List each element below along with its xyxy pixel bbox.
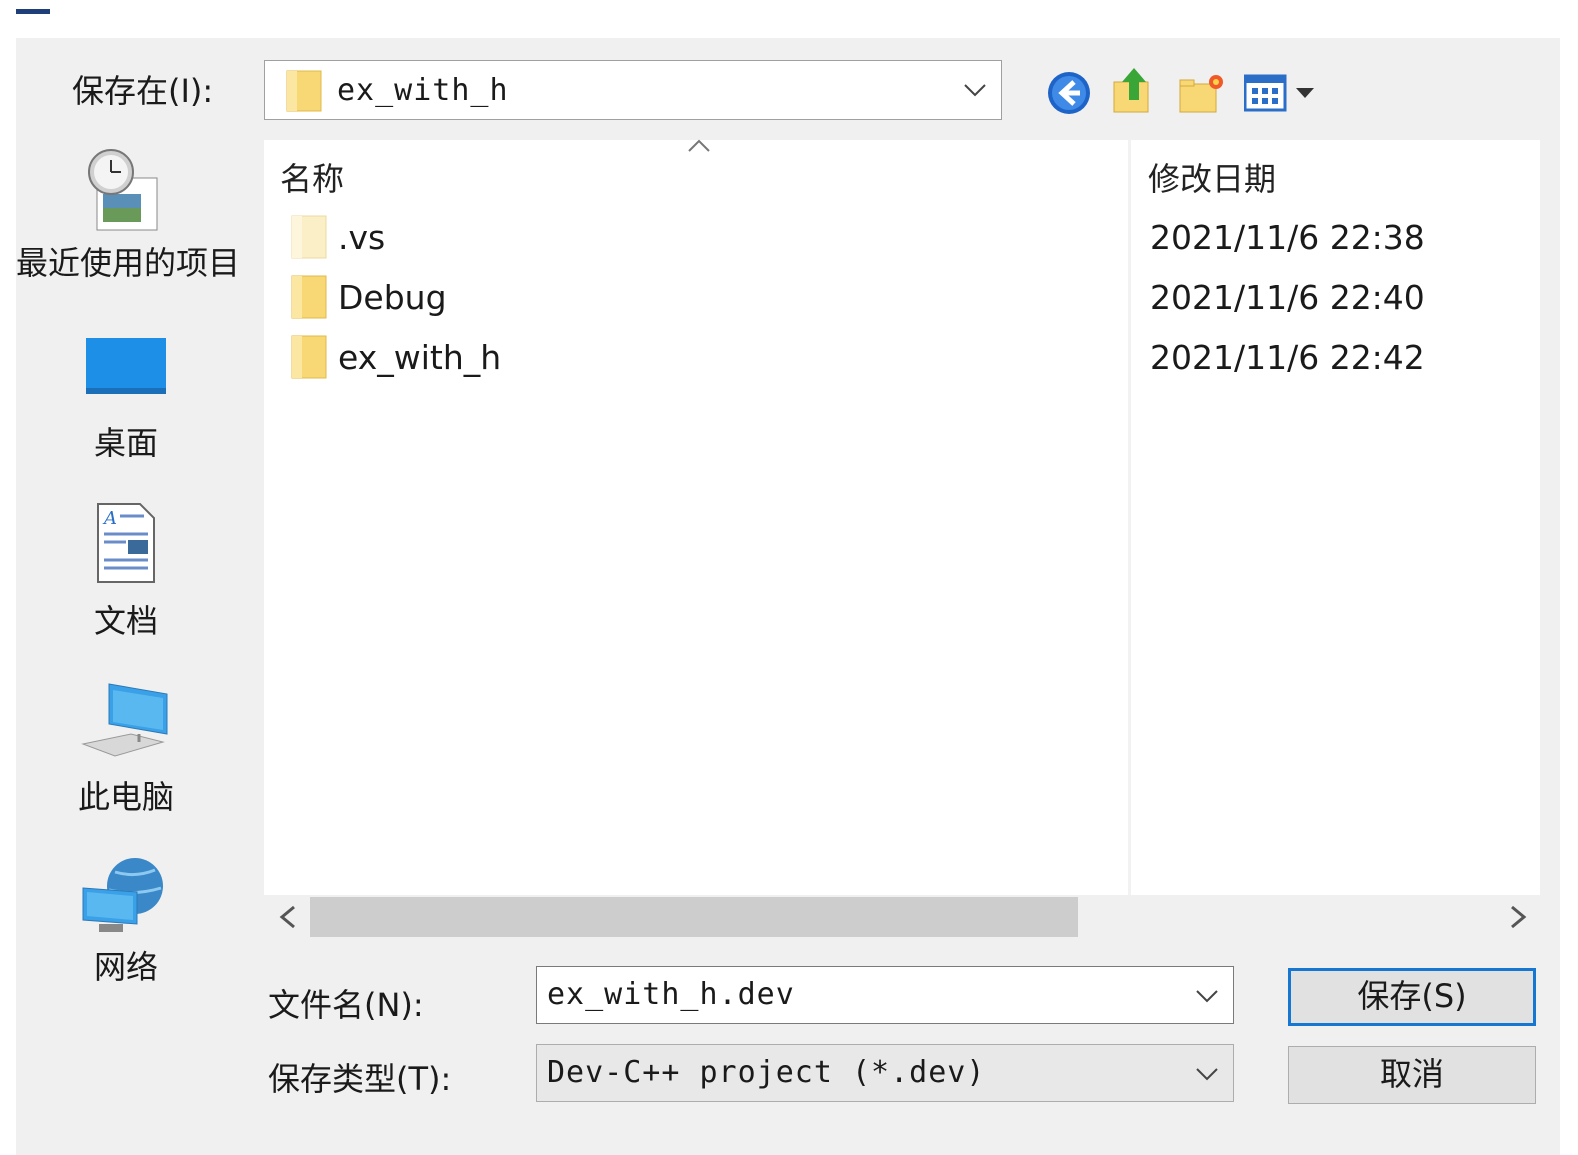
item-name: .vs — [338, 218, 386, 257]
horizontal-scrollbar[interactable] — [264, 895, 1540, 939]
place-label: 文档 — [93, 602, 158, 640]
cancel-button[interactable]: 取消 — [1288, 1046, 1536, 1104]
scrollbar-thumb[interactable] — [310, 897, 1078, 937]
network-icon — [82, 858, 163, 932]
item-modified: 2021/11/6 22:40 — [1150, 278, 1425, 317]
window-right-edge — [1560, 0, 1578, 1155]
folder-icon — [291, 275, 327, 319]
place-label: 桌面 — [93, 424, 158, 462]
chevron-down-icon — [964, 84, 986, 97]
recent-items-icon — [88, 149, 158, 231]
filetype-label: 保存类型(T): — [268, 1060, 452, 1098]
filename-label: 文件名(N): — [268, 986, 424, 1024]
list-item[interactable]: .vs 2021/11/6 22:38 — [290, 210, 1530, 268]
column-header-name[interactable]: 名称 — [280, 154, 344, 200]
scroll-left-icon[interactable] — [270, 899, 306, 935]
folder-icon — [291, 335, 327, 379]
folder-icon — [291, 215, 327, 259]
sort-up-icon — [688, 139, 710, 152]
new-folder-icon[interactable] — [1178, 72, 1224, 114]
list-item[interactable]: Debug 2021/11/6 22:40 — [290, 270, 1530, 328]
folder-icon — [286, 70, 322, 112]
place-this-pc[interactable]: 此电脑 — [16, 680, 236, 818]
look-in-combo[interactable]: ex_with_h — [264, 60, 1002, 120]
chevron-down-icon[interactable] — [1193, 1059, 1221, 1087]
place-desktop[interactable]: 桌面 — [16, 336, 236, 464]
item-name: ex_with_h — [338, 338, 502, 377]
filename-value: ex_with_h.dev — [547, 977, 795, 1012]
item-modified: 2021/11/6 22:38 — [1150, 218, 1425, 257]
this-pc-icon — [81, 683, 168, 757]
place-label: 网络 — [93, 948, 158, 986]
view-menu-icon[interactable] — [1244, 74, 1320, 112]
place-documents[interactable]: A 文档 — [16, 502, 236, 642]
column-header-modified[interactable]: 修改日期 — [1148, 154, 1276, 200]
filetype-value: Dev-C++ project (*.dev) — [547, 1055, 986, 1090]
place-network[interactable]: 网络 — [16, 852, 236, 988]
item-modified: 2021/11/6 22:42 — [1150, 338, 1425, 377]
filename-input[interactable]: ex_with_h.dev — [536, 966, 1234, 1024]
place-recent[interactable]: 最近使用的项目 — [16, 148, 241, 284]
look-in-value: ex_with_h — [337, 73, 509, 108]
documents-icon: A — [97, 503, 155, 583]
up-folder-icon[interactable] — [1110, 66, 1156, 116]
item-name: Debug — [338, 278, 447, 317]
window-edge-mark — [16, 9, 50, 14]
look-in-label: 保存在(I): — [72, 72, 214, 110]
place-label: 此电脑 — [77, 778, 174, 816]
filetype-select[interactable]: Dev-C++ project (*.dev) — [536, 1044, 1234, 1102]
place-label: 最近使用的项目 — [16, 244, 241, 282]
scroll-right-icon[interactable] — [1500, 899, 1536, 935]
list-item[interactable]: ex_with_h 2021/11/6 22:42 — [290, 330, 1530, 388]
desktop-icon — [86, 338, 166, 394]
chevron-down-icon[interactable] — [1193, 981, 1221, 1009]
save-button[interactable]: 保存(S) — [1288, 968, 1536, 1026]
back-arrow-icon[interactable] — [1046, 70, 1092, 116]
svg-text:A: A — [102, 508, 117, 529]
